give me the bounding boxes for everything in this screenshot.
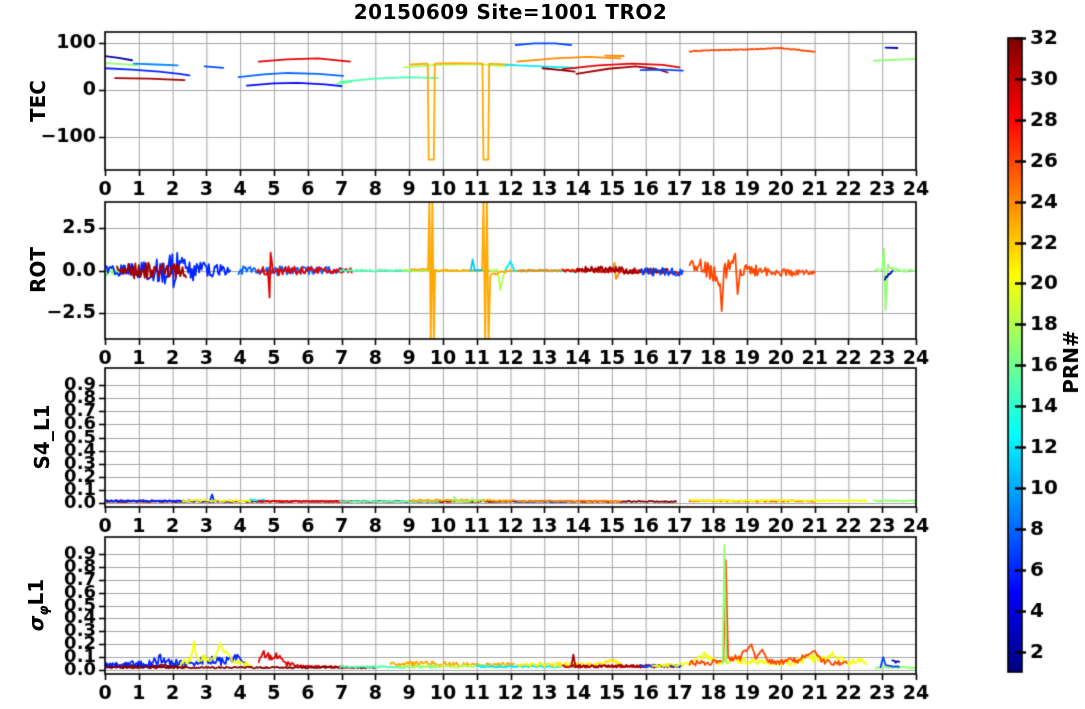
ylabel-s4-l1: S4_L1 bbox=[30, 404, 54, 470]
page-title: 20150609 Site=1001 TRO2 bbox=[353, 0, 668, 24]
ylabel-tec: TEC bbox=[26, 80, 50, 122]
chart-canvas bbox=[0, 0, 1085, 709]
ylabel-sigma-phi-l1: σφL1 bbox=[24, 578, 52, 632]
colorbar-label: PRN# bbox=[1059, 330, 1083, 394]
ylabel-rot: ROT bbox=[26, 246, 50, 294]
figure: 20150609 Site=1001 TRO2 TEC ROT S4_L1 σφ… bbox=[0, 0, 1085, 709]
